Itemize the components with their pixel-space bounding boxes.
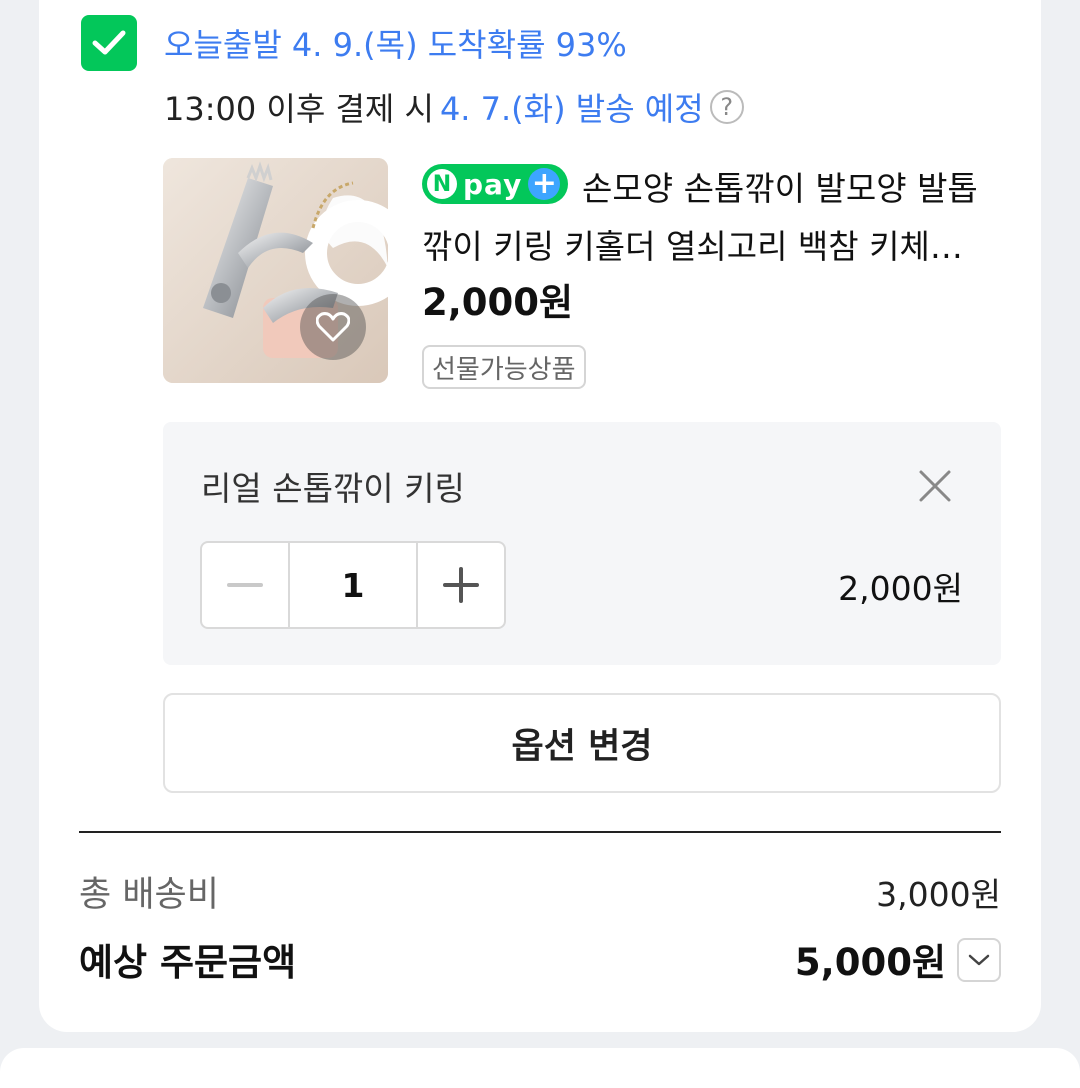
chevron-down-icon: [968, 954, 990, 966]
shipping-fee-value: 3,000원: [876, 875, 1001, 914]
selected-option-box: 리얼 손톱깎이 키링 1 2,000원: [163, 422, 1001, 665]
minus-icon: [227, 583, 263, 587]
shipping-schedule: 13:00 이후 결제 시 4. 7.(화) 발송 예정 ?: [164, 84, 744, 130]
help-icon[interactable]: ?: [709, 90, 744, 124]
estimated-total-value: 5,000원: [794, 941, 946, 984]
cutoff-text: 13:00 이후 결제 시: [164, 90, 434, 128]
quantity-stepper: 1: [200, 541, 506, 629]
item-checkbox[interactable]: [81, 15, 137, 71]
summary-divider: [79, 831, 1001, 833]
plus-icon: [443, 567, 479, 603]
gift-available-badge: 선물가능상품: [422, 345, 586, 389]
check-icon: [92, 30, 126, 55]
product-price: 2,000원: [422, 281, 574, 324]
wishlist-button[interactable]: [300, 294, 366, 360]
increase-quantity-button[interactable]: [418, 543, 504, 627]
ship-date: 4. 7.(화) 발송 예정: [439, 90, 704, 128]
expand-total-button[interactable]: [957, 938, 1001, 982]
next-card: [0, 1048, 1080, 1088]
option-price: 2,000원: [838, 569, 963, 608]
heart-icon: [316, 312, 350, 342]
quantity-value[interactable]: 1: [288, 543, 418, 627]
shipping-fee-label: 총 배송비: [79, 875, 219, 915]
close-icon: [919, 470, 951, 502]
decrease-quantity-button[interactable]: [202, 543, 288, 627]
product-title[interactable]: 손모양 손톱깎이 발모양 발톱깎이 키링 키홀더 열쇠고리 백참 키체인 선물: [422, 160, 992, 276]
remove-option-button[interactable]: [915, 466, 955, 506]
change-option-button[interactable]: 옵션 변경: [163, 693, 1001, 793]
arrival-info: 오늘출발 4. 9.(목) 도착확률 93%: [164, 26, 627, 64]
option-name: 리얼 손톱깎이 키링: [201, 469, 465, 508]
estimated-total-label: 예상 주문금액: [79, 941, 297, 984]
